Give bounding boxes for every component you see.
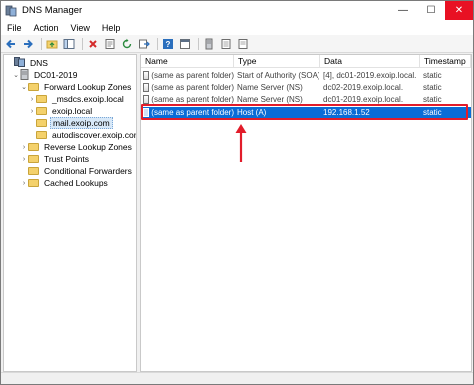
server-icon[interactable] [202, 37, 216, 51]
zone-icon[interactable] [219, 37, 233, 51]
tree-label-forward-zones: Forward Lookup Zones [44, 82, 132, 92]
window-controls: — ☐ ✕ [389, 1, 473, 20]
column-header-timestamp[interactable]: Timestamp [420, 55, 471, 68]
forward-icon[interactable] [21, 37, 35, 51]
folder-icon [28, 143, 39, 151]
tree-label-conditional-forwarders: Conditional Forwarders [44, 166, 132, 176]
menu-bar: File Action View Help [1, 20, 473, 35]
tree-label-reverse-zones: Reverse Lookup Zones [44, 142, 132, 152]
folder-icon [28, 167, 39, 175]
toolbar-separator [157, 37, 158, 50]
zone-folder-icon [36, 119, 47, 127]
server-icon [20, 68, 29, 82]
tree-item-msdcs[interactable]: › _msdcs.exoip.local [28, 93, 126, 105]
tree-item-trust-points[interactable]: › Trust Points [20, 153, 91, 165]
record-data: dc02-2019.exoip.local. [323, 83, 404, 92]
export-icon[interactable] [137, 37, 151, 51]
expand-icon[interactable]: › [20, 156, 28, 163]
column-header-type[interactable]: Type [234, 55, 320, 68]
window-title: DNS Manager [22, 5, 83, 16]
tree-item-reverse-zones[interactable]: › Reverse Lookup Zones [20, 141, 134, 153]
menu-help[interactable]: Help [96, 23, 127, 33]
record-icon [143, 83, 150, 92]
tree-item-server[interactable]: ⌄ DC01-2019 [12, 68, 79, 82]
console-tree: DNS ⌄ DC01-2019 ⌄ Forward Lookup Zones ›… [3, 54, 137, 372]
tree-label-cached-lookups: Cached Lookups [44, 178, 108, 188]
toolbar: ? [1, 35, 473, 53]
tree-label-msdcs: _msdcs.exoip.local [52, 94, 124, 104]
record-data: [4], dc01-2019.exoip.local. [323, 71, 417, 80]
record-icon [143, 95, 150, 104]
tree-label-autodiscover: autodiscover.exoip.com [52, 130, 137, 140]
record-name: (same as parent folder) [151, 83, 234, 92]
folder-icon [28, 83, 39, 91]
dns-root-icon [14, 57, 25, 69]
records-list: Name Type Data Timestamp (same as parent… [140, 54, 472, 372]
console-icon[interactable] [178, 37, 192, 51]
highlight-box [141, 104, 468, 120]
tree-label-mail: mail.exoip.com [50, 117, 113, 129]
tree-item-mail[interactable]: mail.exoip.com [28, 117, 113, 129]
zone-folder-icon [36, 107, 47, 115]
expand-icon[interactable]: › [28, 96, 36, 103]
tree-label-exoip: exoip.local [52, 106, 93, 116]
record-type: Name Server (NS) [237, 83, 303, 92]
toolbar-separator [41, 37, 42, 50]
title-bar: DNS Manager — ☐ ✕ [1, 1, 473, 20]
column-header-name[interactable]: Name [141, 55, 234, 68]
table-row[interactable]: (same as parent folder) Start of Authori… [141, 70, 471, 81]
up-arrow-icon [235, 124, 247, 162]
svg-text:?: ? [166, 40, 171, 49]
dns-app-icon [5, 5, 17, 17]
record-icon [143, 71, 150, 80]
toolbar-separator [82, 37, 83, 50]
tree-label-dns: DNS [30, 58, 48, 68]
expand-icon[interactable]: › [20, 144, 28, 151]
folder-icon [28, 179, 39, 187]
folder-icon [28, 155, 39, 163]
help-icon[interactable]: ? [161, 37, 175, 51]
maximize-button[interactable]: ☐ [417, 1, 445, 20]
record-timestamp: static [423, 83, 442, 92]
record-type: Start of Authority (SOA) [237, 71, 319, 80]
close-button[interactable]: ✕ [445, 1, 473, 20]
properties-icon[interactable] [103, 37, 117, 51]
status-bar [1, 372, 473, 384]
tree-item-autodiscover[interactable]: autodiscover.exoip.com [28, 129, 137, 141]
minimize-button[interactable]: — [389, 1, 417, 20]
delete-icon[interactable] [86, 37, 100, 51]
tree-label-trust-points: Trust Points [44, 154, 90, 164]
up-folder-icon[interactable] [45, 37, 59, 51]
menu-view[interactable]: View [65, 23, 96, 33]
zone-folder-icon [36, 131, 47, 139]
dns-manager-window: DNS Manager — ☐ ✕ File Action View Help [0, 0, 474, 385]
tree-item-conditional-forwarders[interactable]: Conditional Forwarders [20, 165, 134, 177]
tree-label-server: DC01-2019 [34, 70, 78, 80]
show-hide-tree-icon[interactable] [62, 37, 76, 51]
tree-item-dns[interactable]: DNS [6, 57, 50, 69]
column-header-data[interactable]: Data [320, 55, 420, 68]
expand-icon[interactable]: › [28, 108, 36, 115]
tree-item-exoip[interactable]: › exoip.local [28, 105, 94, 117]
record-name: (same as parent folder) [151, 71, 234, 80]
toolbar-separator [198, 37, 199, 50]
table-row[interactable]: (same as parent folder) Name Server (NS)… [141, 82, 471, 93]
record-name: (same as parent folder) [151, 95, 234, 104]
record-icon[interactable] [236, 37, 250, 51]
menu-action[interactable]: Action [28, 23, 65, 33]
collapse-icon[interactable]: ⌄ [20, 83, 28, 91]
menu-file[interactable]: File [1, 23, 28, 33]
tree-item-cached-lookups[interactable]: › Cached Lookups [20, 177, 110, 189]
refresh-icon[interactable] [120, 37, 134, 51]
zone-folder-icon [36, 95, 47, 103]
expand-icon[interactable]: › [20, 180, 28, 187]
back-icon[interactable] [4, 37, 18, 51]
tree-item-forward-zones[interactable]: ⌄ Forward Lookup Zones [20, 81, 133, 93]
collapse-icon[interactable]: ⌄ [12, 71, 20, 79]
record-timestamp: static [423, 71, 442, 80]
